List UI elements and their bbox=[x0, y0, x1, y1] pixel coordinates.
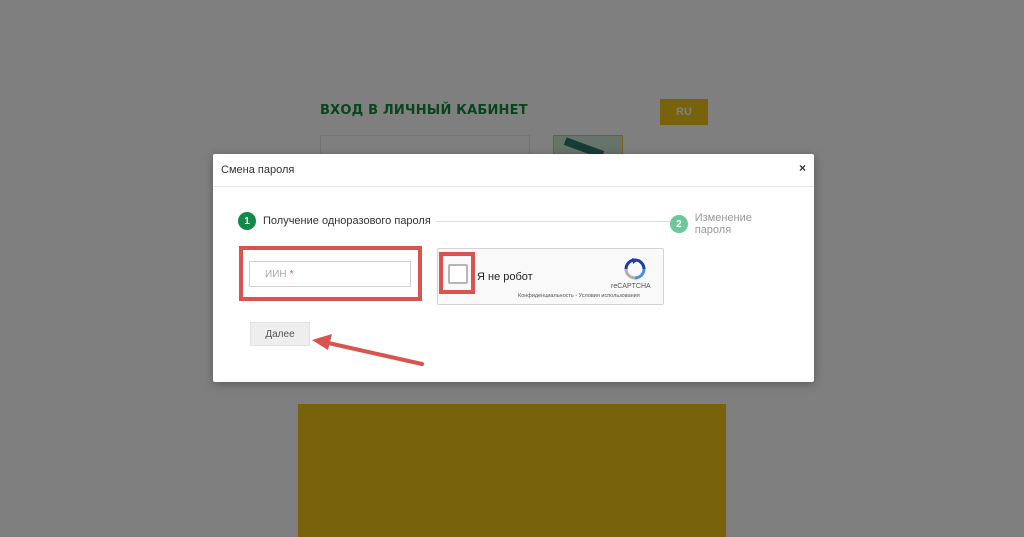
close-icon[interactable]: × bbox=[799, 162, 806, 174]
recaptcha-brand: reCAPTCHA bbox=[611, 283, 651, 290]
modal-header: Смена пароля × bbox=[213, 154, 814, 187]
change-password-modal: Смена пароля × 1 Получение одноразового … bbox=[213, 154, 814, 382]
next-button[interactable]: Далее bbox=[250, 322, 310, 346]
recaptcha-widget: Я не робот reCAPTCHA Конфиденциальность … bbox=[437, 248, 664, 305]
required-mark: * bbox=[289, 268, 294, 280]
recaptcha-links[interactable]: Конфиденциальность - Условия использован… bbox=[518, 293, 640, 299]
step-1-number: 1 bbox=[238, 212, 256, 230]
step-2-label: Изменение пароля bbox=[694, 212, 752, 236]
stepper-line bbox=[436, 221, 670, 222]
recaptcha-logo-icon bbox=[624, 258, 646, 280]
stepper: 1 Получение одноразового пароля 2 Измене… bbox=[238, 212, 790, 236]
checkbox-highlight-frame bbox=[439, 252, 475, 294]
recaptcha-label: Я не робот bbox=[477, 271, 533, 283]
iin-placeholder: ИИН bbox=[265, 268, 287, 280]
step-2: 2 Изменение пароля bbox=[670, 212, 790, 236]
modal-title: Смена пароля bbox=[221, 164, 295, 176]
step-2-number: 2 bbox=[670, 215, 688, 233]
iin-input[interactable]: ИИН * bbox=[249, 261, 411, 287]
step-1-label: Получение одноразового пароля bbox=[263, 215, 431, 227]
arrow-annotation-icon bbox=[312, 334, 424, 366]
step-1: 1 Получение одноразового пароля bbox=[238, 212, 431, 230]
